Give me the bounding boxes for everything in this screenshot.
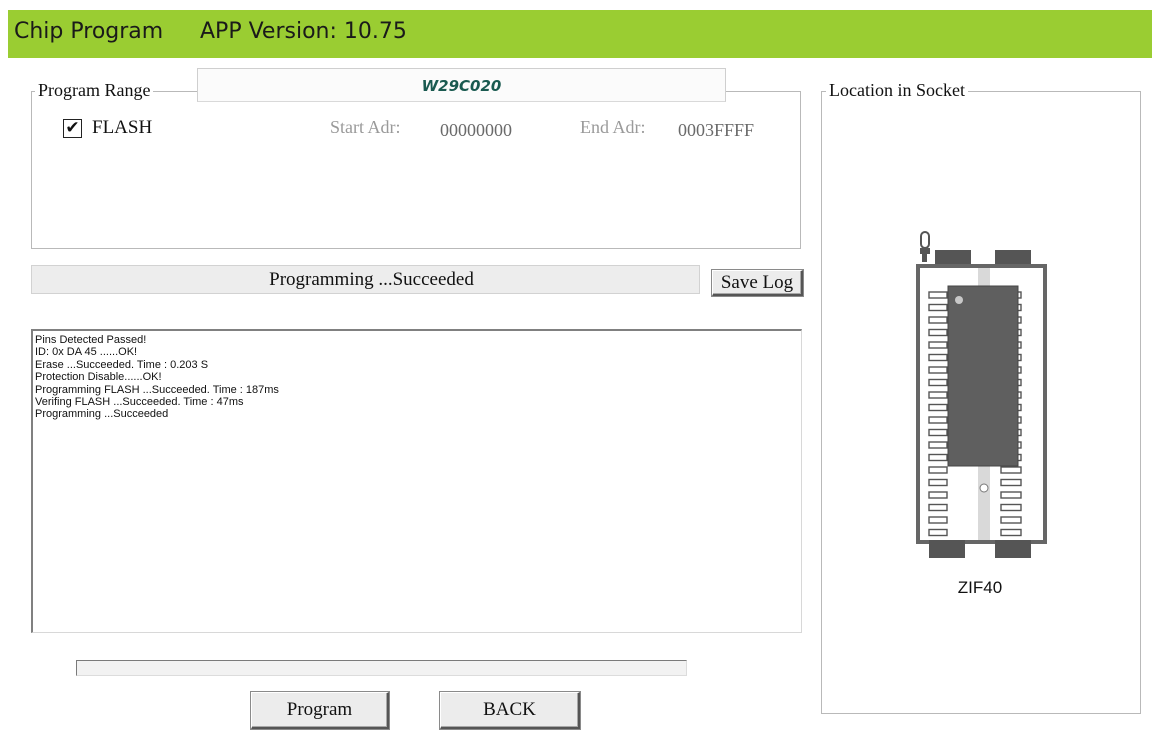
back-button[interactable]: BACK xyxy=(440,692,580,729)
progress-bar xyxy=(76,660,687,676)
socket-pin-left xyxy=(928,403,948,412)
flash-checkbox[interactable]: ✔ xyxy=(63,118,82,138)
socket-pin-left xyxy=(928,328,948,337)
socket-pin-left xyxy=(928,378,948,387)
log-line: Erase ...Succeeded. Time : 0.203 S xyxy=(35,358,209,371)
socket-pin-left xyxy=(928,416,948,424)
end-address-label: End Adr: xyxy=(580,117,646,137)
log-line: Pins Detected Passed! xyxy=(35,334,147,346)
status-bar: Programming ...Succeeded xyxy=(31,265,700,294)
start-address-value: 00000000 xyxy=(440,120,512,140)
socket-pin-right xyxy=(1000,491,1022,499)
log-line: Verifing FLASH ...Succeeded. Time : 47ms xyxy=(35,396,244,409)
chip-name: W29C020 xyxy=(421,77,502,95)
socket-pin-left xyxy=(928,491,948,499)
socket-pin-left xyxy=(928,441,948,449)
socket-pin-left xyxy=(928,428,948,437)
socket-pin-left xyxy=(928,353,948,362)
socket-lever-icon xyxy=(920,231,930,262)
flash-label: FLASH xyxy=(92,117,153,138)
chip-pin1-dot xyxy=(955,296,963,304)
chip-body xyxy=(947,285,1019,467)
socket-pin-left xyxy=(928,478,948,487)
chip-name-field: W29C020 xyxy=(197,68,726,102)
socket-pin-right xyxy=(1000,478,1022,487)
title-bar: Chip Program APP Version: 10.75 xyxy=(8,10,1152,58)
program-range-legend: Program Range xyxy=(35,80,154,101)
app-title: Chip Program xyxy=(14,19,164,44)
socket-pin-left xyxy=(928,391,948,399)
socket-type-label: ZIF40 xyxy=(957,578,1003,597)
log-textarea[interactable]: Pins Detected Passed! ID: 0x DA 45 ......… xyxy=(31,329,802,633)
socket-pin-left xyxy=(928,503,948,512)
save-log-button[interactable]: Save Log xyxy=(712,270,803,296)
socket-pin-left xyxy=(928,341,948,349)
end-address-value: 0003FFFF xyxy=(678,120,755,140)
socket-pin-right xyxy=(1000,503,1022,512)
app-version: APP Version: 10.75 xyxy=(200,19,407,44)
program-range-group xyxy=(31,91,801,249)
socket-pin-left xyxy=(928,291,948,299)
socket-pin-right xyxy=(1000,466,1022,474)
socket-bottom-tab-left xyxy=(929,540,965,558)
log-line: Protection Disable......OK! xyxy=(35,371,162,384)
status-text: Programming ...Succeeded xyxy=(269,269,474,290)
checkmark-icon: ✔ xyxy=(65,118,80,138)
socket-pin-left xyxy=(928,366,948,374)
socket-bottom-tab-right xyxy=(995,540,1031,558)
socket-pin-left xyxy=(928,528,948,537)
start-address-label: Start Adr: xyxy=(330,117,401,137)
zif-socket-diagram xyxy=(916,231,1047,558)
program-button[interactable]: Program xyxy=(251,692,389,729)
socket-pin-left xyxy=(928,516,948,524)
log-line: Programming ...Succeeded xyxy=(35,408,169,421)
log-line: ID: 0x DA 45 ......OK! xyxy=(35,346,138,359)
socket-pin-left xyxy=(928,316,948,324)
socket-legend: Location in Socket xyxy=(826,80,968,101)
socket-pin-right xyxy=(1000,516,1022,524)
log-line: Programming FLASH ...Succeeded. Time : 1… xyxy=(35,383,279,396)
chip-program-window: Chip Program APP Version: 10.75 Program … xyxy=(0,0,1152,731)
socket-pin-left xyxy=(928,453,948,462)
socket-pin-left xyxy=(928,466,948,474)
socket-notch-circle xyxy=(979,483,989,493)
socket-pin-right xyxy=(1000,528,1022,537)
socket-pin-left xyxy=(928,303,948,312)
